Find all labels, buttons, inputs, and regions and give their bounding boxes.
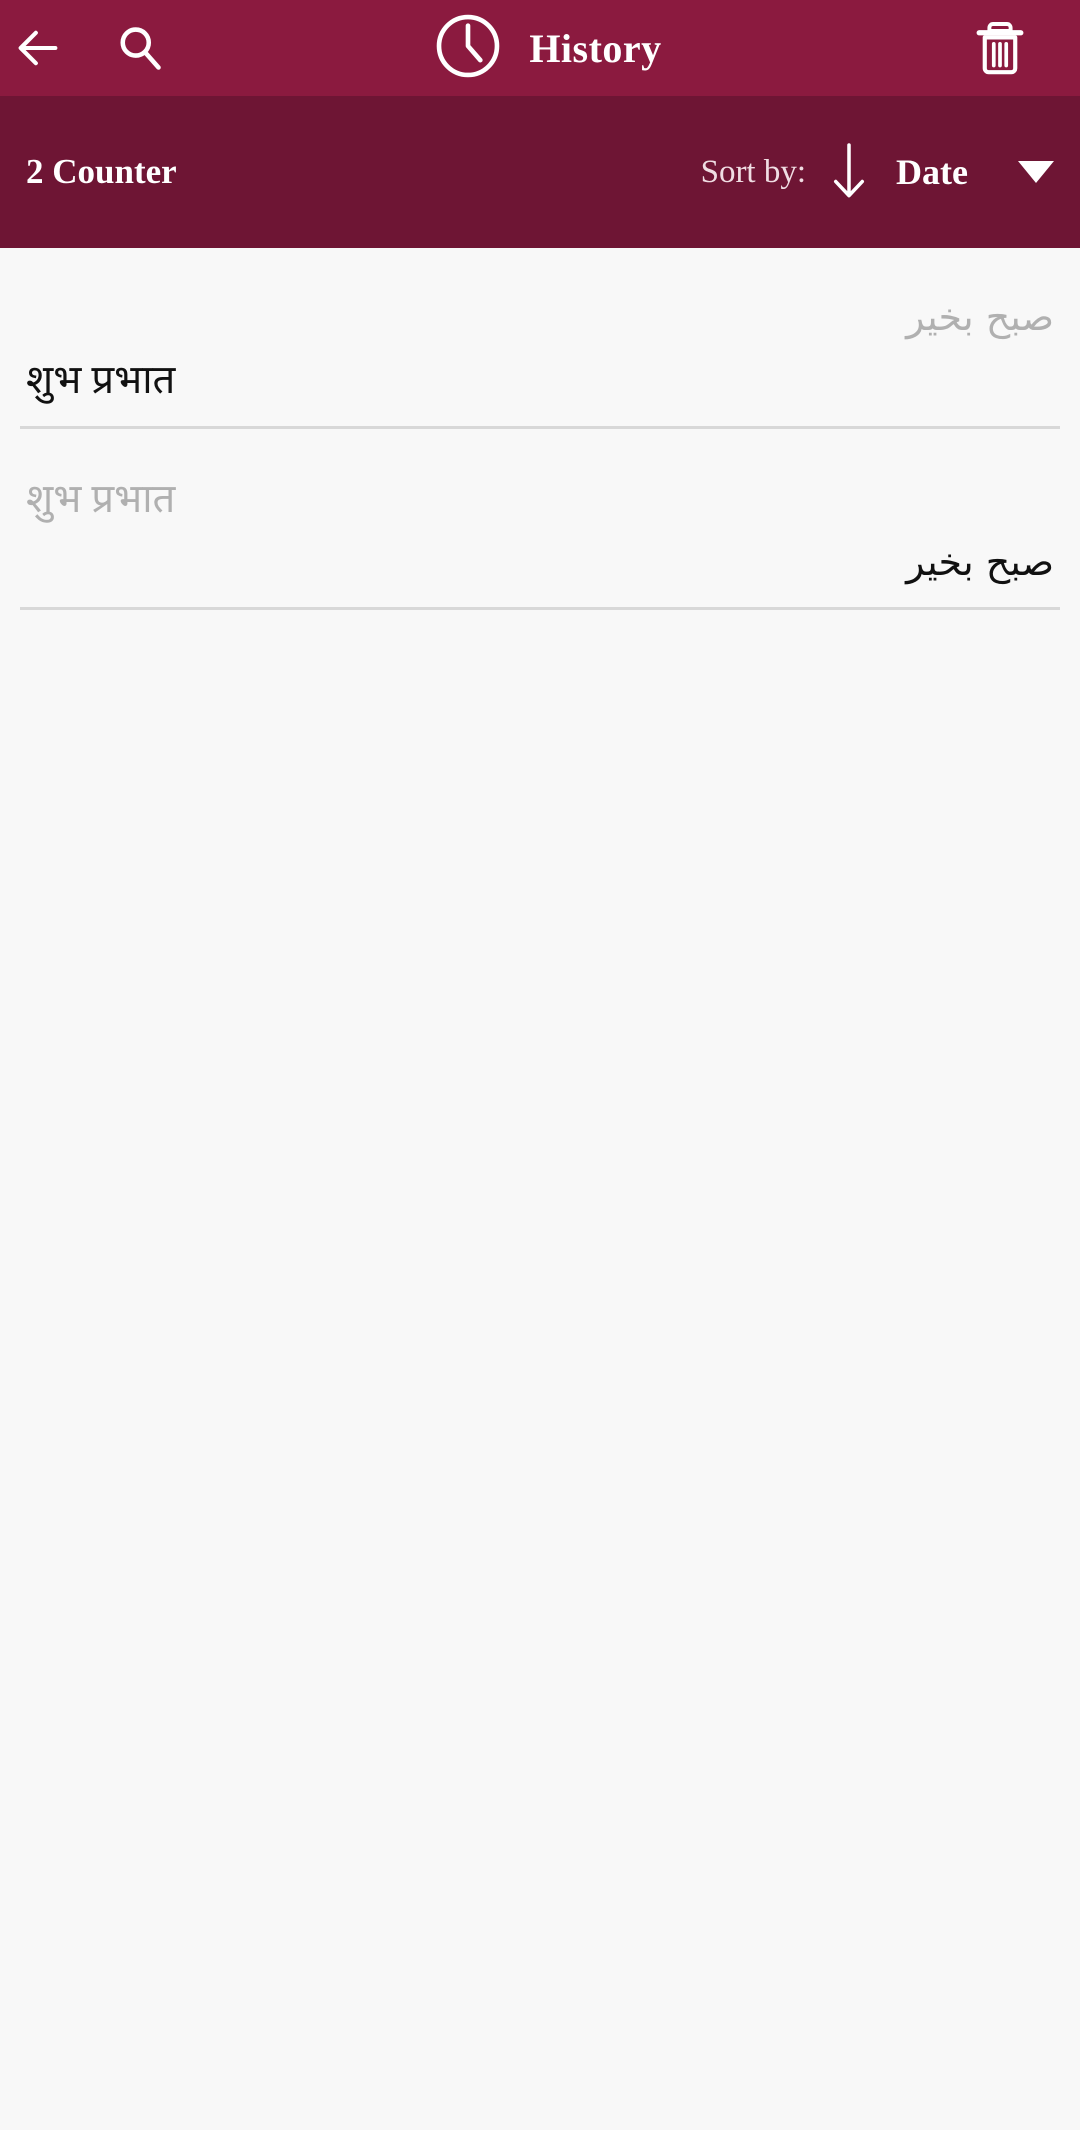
history-list-item[interactable]: शुभ प्रभात صبح بخير [0,429,1080,610]
history-item-target-text: صبح بخير [906,540,1054,584]
delete-all-button[interactable] [956,0,1044,96]
page-title: History [529,25,662,71]
app-bar-title-group: History [137,9,956,88]
sort-field-value[interactable]: Date [896,151,968,193]
history-item-target-text: शुभ प्रभात [26,357,176,402]
history-list-item[interactable]: صبح بخير शुभ प्रभात [0,248,1080,429]
counter-label: 2 Counter [26,152,177,191]
history-list[interactable]: صبح بخير शुभ प्रभात शुभ प्रभात صبح بخير [0,248,1080,2130]
sort-direction-button[interactable] [832,143,866,201]
arrow-left-icon [18,30,58,66]
list-divider [20,607,1060,610]
sort-bar: 2 Counter Sort by: Date [0,96,1080,248]
back-button[interactable] [0,0,76,96]
history-screen: History 2 Counter Sort by: Date صبح بخير… [0,0,1080,2130]
sort-control[interactable]: Sort by: Date [701,143,1054,201]
history-item-source-text: صبح بخير [906,295,1054,339]
trash-icon [976,22,1024,75]
arrow-down-icon [834,143,865,198]
sort-by-label: Sort by: [700,153,807,190]
clock-icon [431,9,505,88]
caret-down-icon[interactable] [1018,161,1054,183]
history-item-source-text: शुभ प्रभात [26,476,176,521]
app-bar: History [0,0,1080,96]
